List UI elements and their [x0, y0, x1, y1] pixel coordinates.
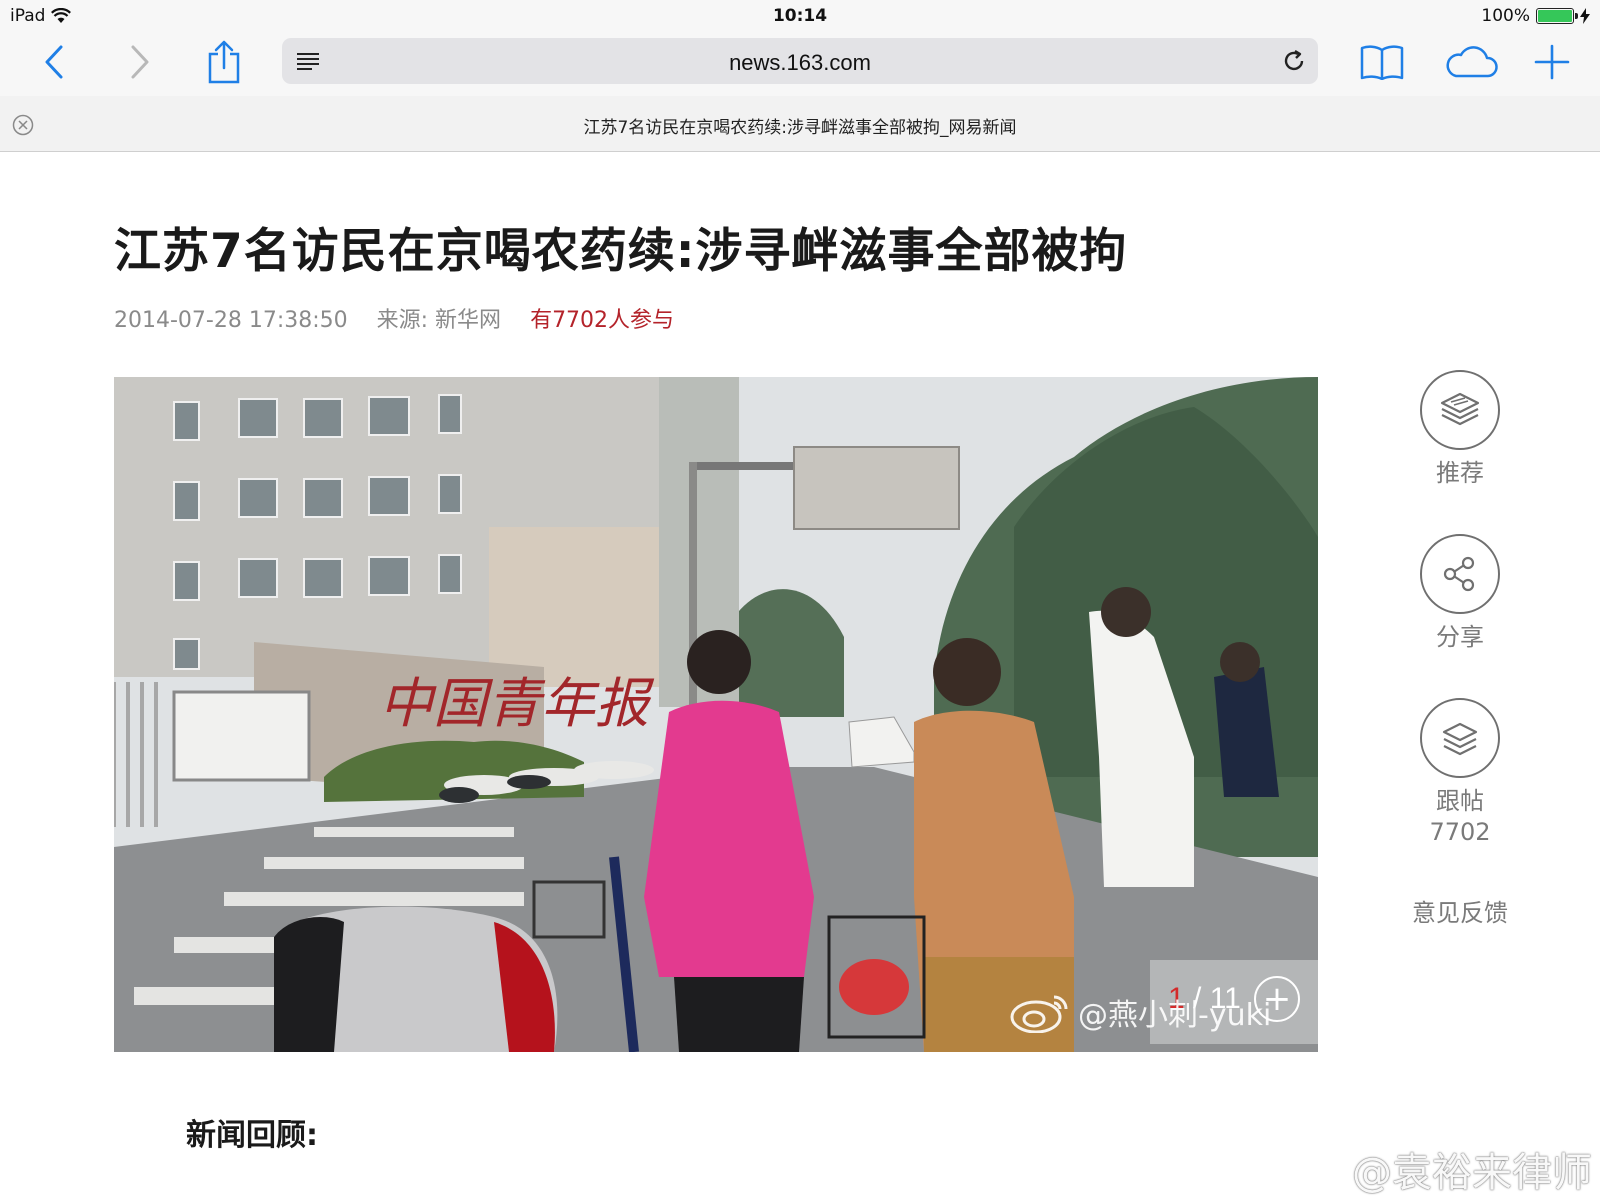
weibo-watermark: @燕小刺-yuki: [1010, 990, 1271, 1034]
browser-toolbar: news.163.com: [0, 32, 1600, 96]
share-button[interactable]: [200, 38, 248, 86]
article-photo[interactable]: 中国青年报: [114, 377, 1318, 1052]
forward-icon: [131, 45, 149, 79]
section-heading: 新闻回顾:: [186, 1118, 318, 1153]
street-scene-image: 中国青年报: [114, 377, 1318, 1052]
bookmarks-button[interactable]: [1358, 38, 1406, 86]
status-bar: iPad 10:14 100%: [0, 0, 1600, 32]
battery-level: [1538, 10, 1572, 22]
comments-button[interactable]: 跟帖 7702: [1400, 698, 1520, 848]
charging-icon: [1580, 8, 1590, 24]
share-icon: [208, 40, 240, 84]
lawyer-watermark: @袁裕来律师: [1352, 1150, 1592, 1196]
comments-stack-icon: [1442, 722, 1478, 756]
address-bar[interactable]: news.163.com: [282, 38, 1318, 84]
url-text: news.163.com: [729, 50, 871, 75]
cloud-tabs-icon: [1446, 46, 1498, 78]
back-icon: [45, 45, 63, 79]
recommend-label: 推荐: [1436, 459, 1484, 487]
participants-link[interactable]: 有7702人参与: [530, 308, 674, 333]
comments-count: 7702: [1429, 818, 1491, 847]
feedback-link[interactable]: 意见反馈: [1400, 893, 1520, 928]
recommend-icon: [1440, 392, 1480, 426]
publish-datetime: 2014-07-28 17:38:50: [114, 308, 348, 333]
article-headline: 江苏7名访民在京喝农药续:涉寻衅滋事全部被拘: [114, 224, 1128, 279]
wall-sign-text: 中国青年报: [379, 672, 655, 735]
cloud-tabs-button[interactable]: [1444, 38, 1500, 86]
weibo-logo-icon: [1010, 995, 1068, 1033]
comments-label: 跟帖: [1436, 787, 1484, 815]
bookmarks-icon: [1360, 45, 1404, 80]
clock: 10:14: [772, 6, 828, 26]
article-meta: 2014-07-28 17:38:50 来源: 新华网 有7702人参与: [114, 302, 674, 334]
share-article-button[interactable]: 分享: [1400, 534, 1520, 653]
battery-icon: [1536, 8, 1578, 24]
reload-button[interactable]: [1280, 47, 1308, 75]
weibo-handle: @燕小刺-yuki: [1078, 998, 1272, 1033]
forward-button[interactable]: [116, 38, 164, 86]
share-nodes-icon: [1443, 556, 1475, 592]
tab-title[interactable]: 江苏7名访民在京喝农药续:涉寻衅滋事全部被拘_网易新闻: [0, 113, 1600, 138]
new-tab-button[interactable]: [1528, 38, 1576, 86]
reload-icon: [1284, 49, 1304, 71]
tab-bar: 江苏7名访民在京喝农药续:涉寻衅滋事全部被拘_网易新闻: [0, 96, 1600, 152]
new-tab-icon: [1534, 44, 1570, 80]
article-source: 来源: 新华网: [376, 308, 502, 333]
battery-percent: 100%: [1481, 6, 1530, 26]
back-button[interactable]: [30, 38, 78, 86]
recommend-button[interactable]: 推荐: [1400, 370, 1520, 489]
share-label: 分享: [1436, 623, 1484, 651]
